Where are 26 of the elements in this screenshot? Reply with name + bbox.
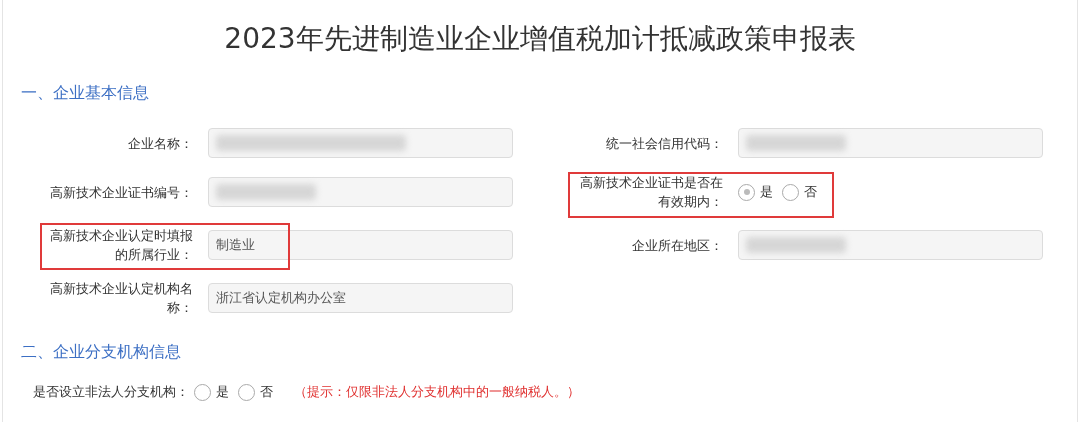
input-field[interactable]: 制造业 [208,230,513,260]
field-label: 企业所在地区： [631,236,723,255]
question-label: 是否设立非法人分支机构： [33,383,189,401]
radio-button[interactable] [238,383,255,401]
input-field[interactable] [738,230,1043,260]
section-heading: 二、企业分支机构信息 [21,341,182,363]
field-label: 高新技术企业证书编号： [49,183,193,202]
field-label: 高新技术企业证书是否在有效期内： [579,174,723,211]
hint-text: （提示：仅限非法人分支机构中的一般纳税人。） [294,383,580,401]
input-field[interactable] [208,177,513,207]
section-heading: 一、企业基本信息 [21,82,150,104]
field-label: 企业名称： [127,134,193,153]
field-label: 统一社会信用代码： [605,134,723,153]
input-field[interactable]: 浙江省认定机构办公室 [208,283,513,313]
field-label: 高新技术企业认定时填报的所属行业： [49,227,193,264]
input-field[interactable] [738,128,1043,158]
radio-label: 是 [760,183,773,201]
page-title: 2023年先进制造业企业增值税加计抵减政策申报表 [223,21,857,57]
radio-button[interactable] [738,183,755,201]
input-field[interactable] [208,128,513,158]
field-label: 高新技术企业认定机构名称： [49,280,193,317]
radio-button[interactable] [782,183,799,201]
radio-label: 否 [260,383,273,401]
radio-label: 否 [804,183,817,201]
radio-button[interactable] [194,383,211,401]
radio-label: 是 [216,383,229,401]
